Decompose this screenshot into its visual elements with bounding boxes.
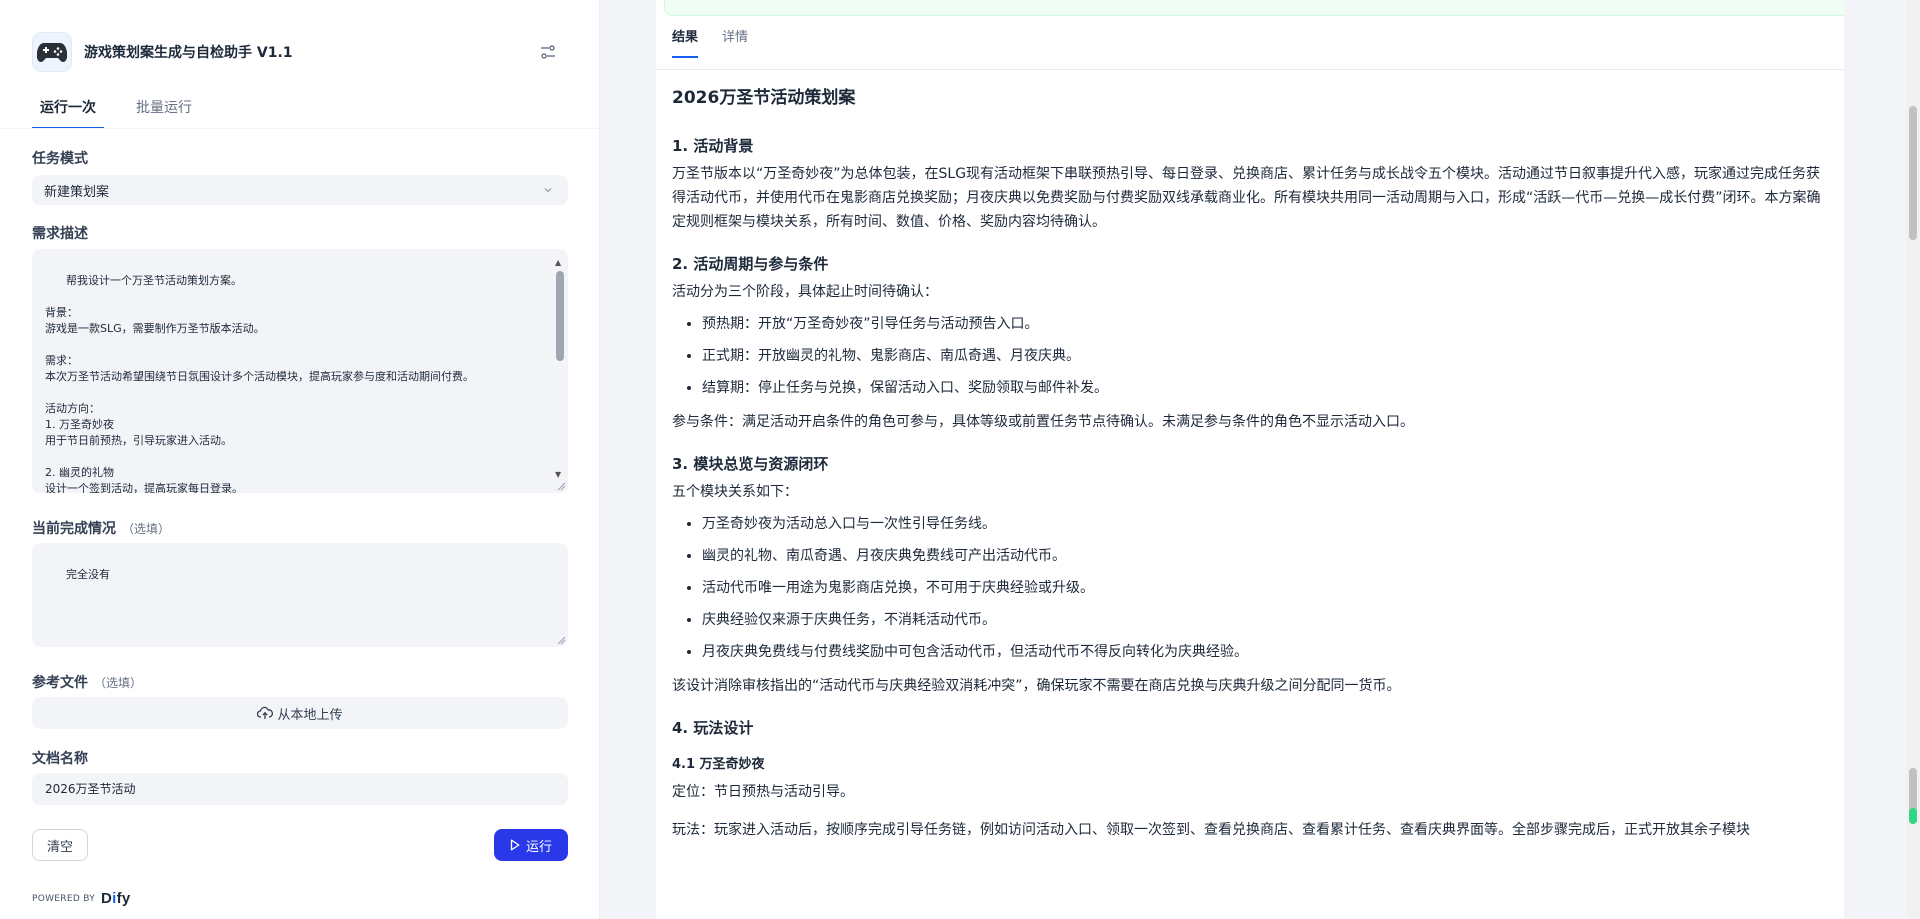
list-item: 幽灵的礼物、南瓜奇遇、月夜庆典免费线可产出活动代币。 [702, 544, 1832, 568]
list-item: 结算期：停止任务与兑换，保留活动入口、奖励领取与邮件补发。 [702, 376, 1832, 400]
app-title: 游戏策划案生成与自检助手 V1.1 [84, 45, 293, 61]
section-paragraph: 定位：节日预热与活动引导。 [672, 784, 854, 800]
run-panel: 游戏策划案生成与自检助手 V1.1 运行一次 批量运行 任务模式 新建策划案 需… [0, 0, 600, 919]
section-heading: 1. 活动背景 [672, 137, 754, 155]
status-banner [664, 0, 1844, 16]
tabs-divider [0, 128, 600, 129]
reference-label: 参考文件 （选填） [32, 675, 143, 691]
gamepad-icon [32, 32, 72, 72]
cloud-upload-icon [257, 706, 274, 719]
play-icon [510, 839, 520, 851]
tab-run-once[interactable]: 运行一次 [32, 97, 104, 129]
list-item: 万圣奇妙夜为活动总入口与一次性引导任务线。 [702, 512, 1832, 536]
upload-label: 从本地上传 [277, 707, 343, 723]
task-mode-select[interactable]: 新建策划案 [32, 175, 568, 205]
result-tabs: 结果 详情 [672, 26, 772, 58]
chevron-down-icon [544, 188, 552, 193]
tab-result[interactable]: 结果 [672, 26, 699, 58]
section-paragraph: 活动分为三个阶段，具体起止时间待确认： [672, 284, 938, 300]
subsection-heading: 4.1 万圣奇妙夜 [672, 757, 765, 772]
list-item: 庆典经验仅来源于庆典任务，不消耗活动代币。 [702, 608, 1832, 632]
tab-detail[interactable]: 详情 [722, 26, 748, 58]
resize-grip-icon[interactable] [556, 481, 566, 491]
textarea-scrollbar[interactable]: ▲ ▼ [555, 255, 565, 483]
page-scrollbar[interactable] [1906, 0, 1920, 919]
list-item: 正式期：开放幽灵的礼物、鬼影商店、南瓜奇遇、月夜庆典。 [702, 344, 1832, 368]
run-button[interactable]: 运行 [494, 829, 568, 861]
dify-logo: Dify [101, 890, 131, 907]
tab-batch-run[interactable]: 批量运行 [128, 97, 200, 129]
task-mode-value: 新建策划案 [44, 184, 110, 200]
task-mode-label: 任务模式 [32, 151, 88, 167]
settings-button[interactable] [536, 40, 560, 64]
docname-label: 文档名称 [32, 751, 88, 767]
section-paragraph: 玩法：玩家进入活动后，按顺序完成引导任务链，例如访问活动入口、领取一次签到、查看… [672, 822, 1750, 838]
run-mode-tabs: 运行一次 批量运行 [32, 97, 224, 129]
result-panel: 结果 详情 2026万圣节活动策划案 1. 活动背景 万圣节版本以“万圣奇妙夜”… [656, 0, 1844, 919]
tabs-divider [656, 69, 1844, 70]
section-paragraph: 该设计消除审核指出的“活动代币与庆典经验双消耗冲突”，确保玩家不需要在商店兑换与… [672, 678, 1401, 694]
scroll-progress-marker [1909, 808, 1917, 824]
doc-title: 2026万圣节活动策划案 [672, 88, 856, 108]
requirement-textarea[interactable]: 帮我设计一个万圣节活动策划方案。 背景： 游戏是一款SLG，需要制作万圣节版本活… [32, 249, 568, 493]
optional-tag: （选填） [122, 522, 171, 536]
section-heading: 3. 模块总览与资源闭环 [672, 455, 829, 473]
scroll-thumb[interactable] [556, 271, 564, 361]
section-paragraph: 参与条件：满足活动开启条件的角色可参与，具体等级或前置任务节点待确认。未满足参与… [672, 414, 1414, 430]
page-scroll-thumb[interactable] [1909, 106, 1917, 240]
sliders-icon [541, 45, 555, 59]
requirement-text: 帮我设计一个万圣节活动策划方案。 背景： 游戏是一款SLG，需要制作万圣节版本活… [45, 274, 474, 493]
result-document: 2026万圣节活动策划案 1. 活动背景 万圣节版本以“万圣奇妙夜”为总体包装，… [672, 84, 1832, 842]
app-header: 游戏策划案生成与自检助手 V1.1 [32, 32, 568, 72]
clear-button[interactable]: 清空 [32, 829, 88, 861]
app-root: 游戏策划案生成与自检助手 V1.1 运行一次 批量运行 任务模式 新建策划案 需… [0, 0, 1920, 919]
powered-by: POWERED BY Dify [32, 890, 131, 907]
section-paragraph: 万圣节版本以“万圣奇妙夜”为总体包装，在SLG现有活动框架下串联预热引导、每日登… [672, 166, 1821, 230]
bullet-list: 万圣奇妙夜为活动总入口与一次性引导任务线。 幽灵的礼物、南瓜奇遇、月夜庆典免费线… [672, 512, 1832, 664]
optional-tag: （选填） [94, 676, 143, 690]
run-label: 运行 [525, 839, 552, 855]
bullet-list: 预热期：开放“万圣奇妙夜”引导任务与活动预告入口。 正式期：开放幽灵的礼物、鬼影… [672, 312, 1832, 400]
progress-label: 当前完成情况 （选填） [32, 521, 171, 537]
section-heading: 2. 活动周期与参与条件 [672, 255, 829, 273]
resize-grip-icon[interactable] [556, 635, 566, 645]
upload-local-button[interactable]: 从本地上传 [32, 697, 568, 729]
list-item: 月夜庆典免费线与付费线奖励中可包含活动代币，但活动代币不得反向转化为庆典经验。 [702, 640, 1832, 664]
list-item: 预热期：开放“万圣奇妙夜”引导任务与活动预告入口。 [702, 312, 1832, 336]
progress-textarea[interactable]: 完全没有 [32, 543, 568, 647]
list-item: 活动代币唯一用途为鬼影商店兑换，不可用于庆典经验或升级。 [702, 576, 1832, 600]
progress-text: 完全没有 [65, 568, 110, 581]
scroll-up-icon[interactable]: ▲ [555, 255, 561, 271]
section-paragraph: 五个模块关系如下： [672, 484, 798, 500]
docname-input[interactable] [32, 773, 568, 805]
requirement-label: 需求描述 [32, 226, 88, 242]
section-heading: 4. 玩法设计 [672, 719, 754, 737]
